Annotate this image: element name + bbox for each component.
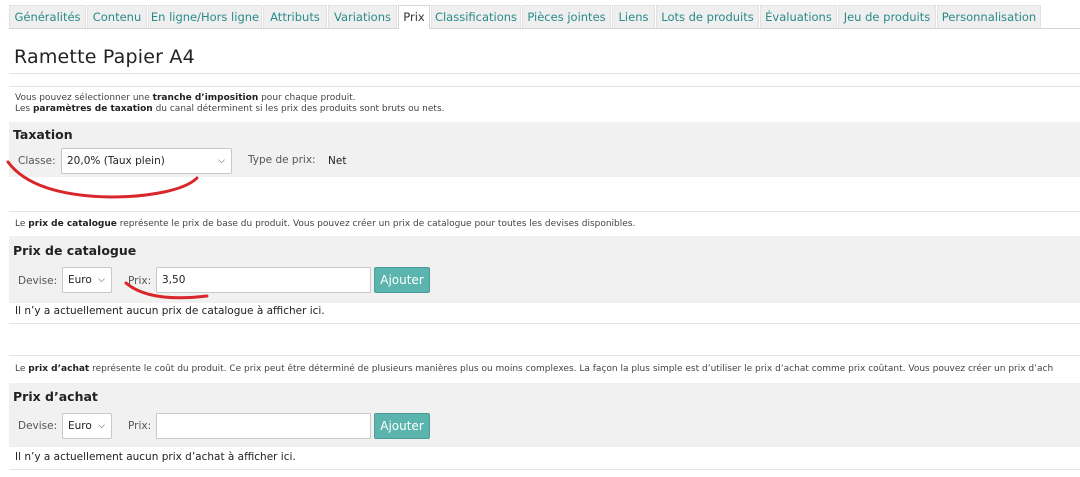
catalog-currency-value: Euro	[68, 274, 92, 286]
purchase-note: Le prix d’achat représente le coût du pr…	[15, 364, 1054, 374]
tab-jeu-de-produits[interactable]: Jeu de produits	[838, 5, 936, 28]
price-type-label: Type de prix:	[248, 154, 316, 166]
tab-contenu[interactable]: Contenu	[87, 5, 147, 28]
catalog-price-input[interactable]: 3,50	[156, 267, 371, 293]
tab-classifications[interactable]: Classifications	[431, 5, 521, 28]
catalog-empty-message: Il n’y a actuellement aucun prix de cata…	[15, 305, 325, 317]
tab-variations[interactable]: Variations	[328, 5, 397, 28]
divider	[9, 355, 1080, 356]
catalog-price-label: Prix:	[128, 275, 152, 287]
tab-liens[interactable]: Liens	[612, 5, 655, 28]
tab-pieces-jointes[interactable]: Pièces jointes	[522, 5, 611, 28]
taxation-note-line-2: Les paramètres de taxation du canal déte…	[15, 104, 445, 114]
tab-en-ligne-hors-ligne[interactable]: En ligne/Hors ligne	[148, 5, 262, 28]
tab-personnalisation[interactable]: Personnalisation	[937, 5, 1041, 28]
divider	[9, 211, 1080, 212]
catalog-add-button[interactable]: Ajouter	[374, 267, 430, 293]
taxation-note-line-1: Vous pouvez sélectionner une tranche d’i…	[15, 93, 356, 103]
chevron-down-icon: ⌵	[218, 156, 225, 166]
tax-class-value: 20,0% (Taux plein)	[67, 155, 165, 167]
chevron-down-icon: ⌵	[98, 421, 105, 431]
divider	[9, 86, 1080, 87]
purchase-currency-label: Devise:	[18, 420, 58, 432]
catalog-title: Prix de catalogue	[13, 243, 137, 258]
purchase-title: Prix d’achat	[13, 389, 98, 404]
tab-evaluations[interactable]: Évaluations	[760, 5, 837, 28]
purchase-empty-message: Il n’y a actuellement aucun prix d’achat…	[15, 451, 296, 463]
catalog-currency-label: Devise:	[18, 275, 58, 287]
tab-generalites[interactable]: Généralités	[9, 5, 86, 28]
page-title: Ramette Papier A4	[14, 46, 195, 68]
catalog-note: Le prix de catalogue représente le prix …	[15, 219, 636, 229]
tab-lots-de-produits[interactable]: Lots de produits	[656, 5, 759, 28]
taxation-title: Taxation	[13, 127, 73, 142]
tax-class-select[interactable]: 20,0% (Taux plein) ⌵	[61, 148, 232, 174]
purchase-currency-value: Euro	[68, 420, 92, 432]
purchase-price-label: Prix:	[128, 420, 152, 432]
purchase-currency-select[interactable]: Euro ⌵	[62, 413, 112, 439]
tab-bar: Généralités Contenu En ligne/Hors ligne …	[9, 5, 1080, 29]
divider	[9, 323, 1080, 324]
tab-attributs[interactable]: Attributs	[263, 5, 327, 28]
catalog-currency-select[interactable]: Euro ⌵	[62, 267, 112, 293]
chevron-down-icon: ⌵	[98, 275, 105, 285]
divider	[9, 73, 1080, 74]
divider	[9, 469, 1080, 470]
price-type-value: Net	[328, 155, 347, 167]
purchase-price-input[interactable]	[156, 413, 371, 439]
purchase-add-button[interactable]: Ajouter	[374, 413, 430, 439]
class-label: Classe:	[18, 155, 56, 167]
tab-prix[interactable]: Prix	[398, 5, 430, 29]
